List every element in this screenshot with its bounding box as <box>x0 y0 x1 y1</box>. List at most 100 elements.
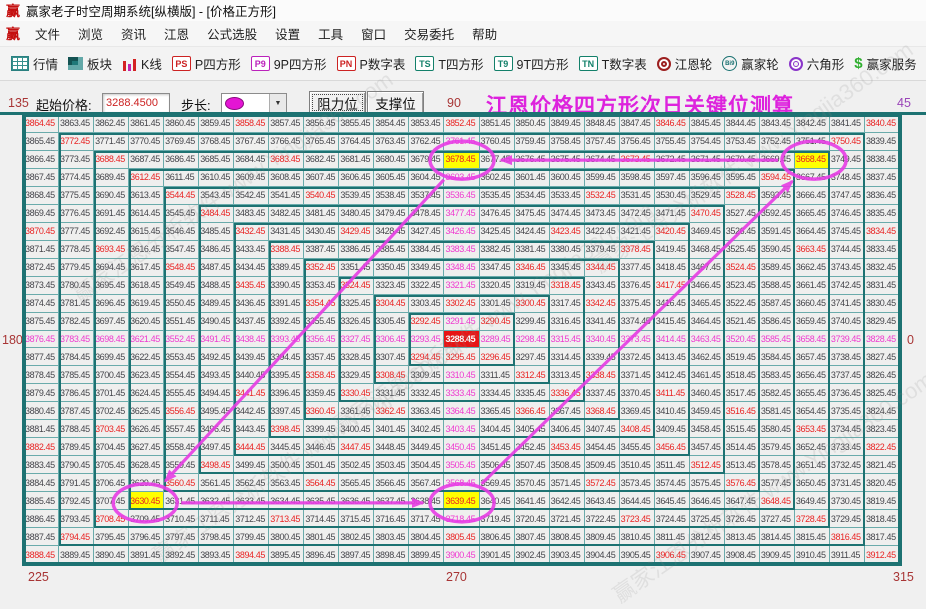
grid-cell[interactable]: 3660.45 <box>794 294 830 313</box>
grid-cell[interactable]: 3786.45 <box>59 384 95 403</box>
grid-cell[interactable]: 3891.45 <box>129 546 165 564</box>
grid-cell[interactable]: 3644.45 <box>619 492 655 511</box>
grid-cell[interactable]: 3298.45 <box>514 330 550 349</box>
grid-cell[interactable]: 3802.45 <box>339 528 375 547</box>
grid-cell[interactable]: 3792.45 <box>59 492 95 511</box>
grid-cell[interactable]: 3562.45 <box>234 474 270 493</box>
grid-cell[interactable]: 3582.45 <box>759 384 795 403</box>
grid-cell[interactable]: 3549.45 <box>164 276 200 295</box>
grid-cell[interactable]: 3732.45 <box>829 456 865 475</box>
grid-cell[interactable]: 3793.45 <box>59 510 95 529</box>
grid-cell[interactable]: 3817.45 <box>864 528 900 547</box>
grid-cell[interactable]: 3588.45 <box>759 276 795 295</box>
grid-cell[interactable]: 3722.45 <box>584 510 620 529</box>
grid-cell[interactable]: 3538.45 <box>374 186 410 205</box>
grid-cell[interactable]: 3339.45 <box>584 348 620 367</box>
grid-cell[interactable]: 3437.45 <box>234 312 270 331</box>
grid-cell[interactable]: 3618.45 <box>129 276 165 295</box>
resistance-button[interactable]: 阻力位 <box>309 91 366 114</box>
grid-cell[interactable]: 3896.45 <box>304 546 340 564</box>
grid-cell[interactable]: 3801.45 <box>304 528 340 547</box>
grid-cell[interactable]: 3296.45 <box>479 348 515 367</box>
grid-cell[interactable]: 3523.45 <box>724 276 760 295</box>
grid-cell[interactable]: 3439.45 <box>234 348 270 367</box>
grid-cell[interactable]: 3736.45 <box>829 384 865 403</box>
grid-cell[interactable]: 3467.45 <box>689 258 725 277</box>
grid-cell[interactable]: 3828.45 <box>864 330 900 349</box>
grid-cell[interactable]: 3320.45 <box>479 276 515 295</box>
grid-cell[interactable]: 3560.45 <box>164 474 200 493</box>
grid-cell[interactable]: 3525.45 <box>724 240 760 259</box>
grid-cell[interactable]: 3367.45 <box>549 402 585 421</box>
grid-cell[interactable]: 3729.45 <box>829 510 865 529</box>
grid-cell[interactable]: 3428.45 <box>374 222 410 241</box>
grid-cell[interactable]: 3442.45 <box>234 402 270 421</box>
grid-cell[interactable]: 3343.45 <box>584 276 620 295</box>
grid-cell[interactable]: 3491.45 <box>199 330 235 349</box>
grid-cell[interactable]: 3468.45 <box>689 240 725 259</box>
grid-cell[interactable]: 3317.45 <box>549 294 585 313</box>
grid-cell[interactable]: 3333.45 <box>444 384 480 403</box>
grid-cell[interactable]: 3658.45 <box>794 330 830 349</box>
grid-cell[interactable]: 3627.45 <box>129 438 165 457</box>
grid-cell[interactable]: 3731.45 <box>829 474 865 493</box>
grid-cell[interactable]: 3738.45 <box>829 348 865 367</box>
grid-cell[interactable]: 3309.45 <box>409 366 445 385</box>
grid-cell[interactable]: 3769.45 <box>164 132 200 151</box>
grid-cell[interactable]: 3571.45 <box>549 474 585 493</box>
grid-cell[interactable]: 3703.45 <box>94 420 130 439</box>
grid-cell[interactable]: 3615.45 <box>129 222 165 241</box>
grid-cell[interactable]: 3870.45 <box>24 222 60 241</box>
grid-cell[interactable]: 3342.45 <box>584 294 620 313</box>
grid-cell[interactable]: 3912.45 <box>864 546 900 564</box>
grid-cell[interactable]: 3415.45 <box>654 312 690 331</box>
grid-cell[interactable]: 3724.45 <box>654 510 690 529</box>
grid-cell[interactable]: 3483.45 <box>234 204 270 223</box>
grid-cell[interactable]: 3451.45 <box>479 438 515 457</box>
grid-cell[interactable]: 3493.45 <box>199 366 235 385</box>
grid-cell[interactable]: 3784.45 <box>59 348 95 367</box>
grid-cell[interactable]: 3526.45 <box>724 222 760 241</box>
grid-cell[interactable]: 3751.45 <box>794 132 830 151</box>
grid-cell[interactable]: 3312.45 <box>514 366 550 385</box>
grid-cell[interactable]: 3737.45 <box>829 366 865 385</box>
grid-cell[interactable]: 3306.45 <box>374 330 410 349</box>
grid-cell[interactable]: 3430.45 <box>304 222 340 241</box>
grid-cell[interactable]: 3472.45 <box>619 204 655 223</box>
grid-cell[interactable]: 3709.45 <box>129 510 165 529</box>
grid-cell[interactable]: 3740.45 <box>829 312 865 331</box>
grid-cell[interactable]: 3688.45 <box>94 150 130 169</box>
grid-cell[interactable]: 3592.45 <box>759 204 795 223</box>
grid-cell[interactable]: 3318.45 <box>549 276 585 295</box>
grid-cell[interactable]: 3332.45 <box>409 384 445 403</box>
grid-cell[interactable]: 3602.45 <box>479 168 515 187</box>
grid-cell[interactable]: 3387.45 <box>304 240 340 259</box>
grid-cell[interactable]: 3621.45 <box>129 330 165 349</box>
grid-cell[interactable]: 3846.45 <box>654 115 690 133</box>
grid-cell[interactable]: 3450.45 <box>444 438 480 457</box>
grid-cell[interactable]: 3497.45 <box>199 438 235 457</box>
grid-cell[interactable]: 3746.45 <box>829 204 865 223</box>
grid-cell[interactable]: 3710.45 <box>164 510 200 529</box>
grid-cell[interactable]: 3855.45 <box>339 115 375 133</box>
grid-cell[interactable]: 3890.45 <box>94 546 130 564</box>
grid-cell[interactable]: 3704.45 <box>94 438 130 457</box>
grid-cell[interactable]: 3768.45 <box>199 132 235 151</box>
menu-item-settings[interactable]: 设置 <box>266 22 309 45</box>
grid-cell[interactable]: 3502.45 <box>339 456 375 475</box>
grid-cell[interactable]: 3374.45 <box>619 312 655 331</box>
grid-cell[interactable]: 3395.45 <box>269 366 305 385</box>
grid-cell[interactable]: 3567.45 <box>409 474 445 493</box>
grid-cell[interactable]: 3617.45 <box>129 258 165 277</box>
grid-cell[interactable]: 3522.45 <box>724 294 760 313</box>
grid-cell[interactable]: 3454.45 <box>584 438 620 457</box>
menu-item-tools[interactable]: 工具 <box>309 22 352 45</box>
grid-cell[interactable]: 3893.45 <box>199 546 235 564</box>
toolbar-item-sectors[interactable]: 板块 <box>68 54 112 73</box>
grid-cell[interactable]: 3422.45 <box>584 222 620 241</box>
grid-cell[interactable]: 3388.45 <box>269 240 305 259</box>
grid-cell[interactable]: 3610.45 <box>199 168 235 187</box>
grid-cell[interactable]: 3771.45 <box>94 132 130 151</box>
step-select[interactable]: ▼ <box>221 93 287 113</box>
toolbar-item-quotes[interactable]: 行情 <box>11 54 58 73</box>
